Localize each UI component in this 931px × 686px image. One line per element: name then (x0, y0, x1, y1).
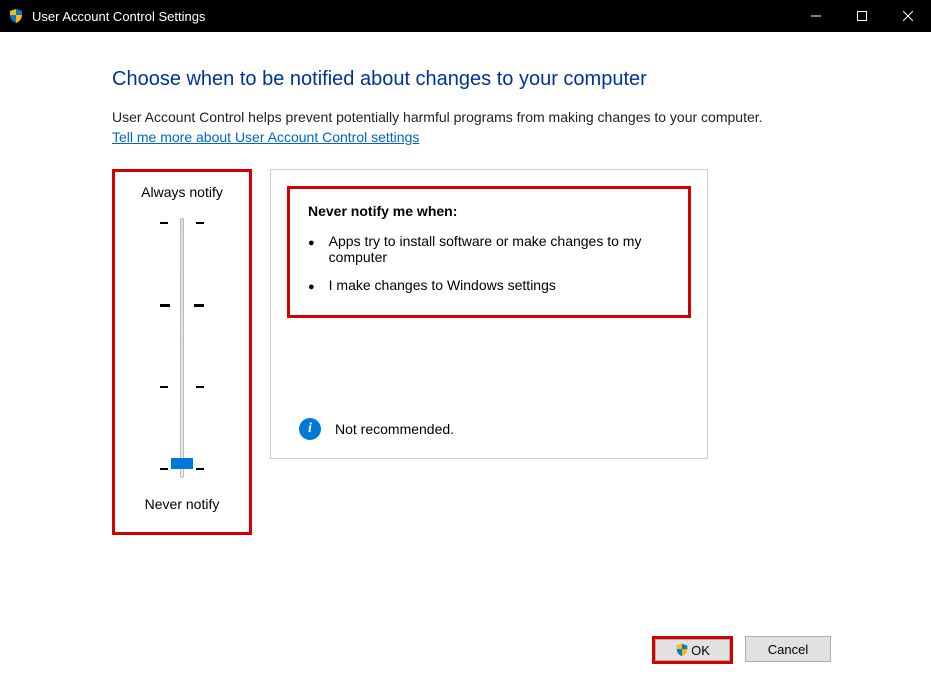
window-controls (793, 0, 931, 32)
cancel-button[interactable]: Cancel (745, 636, 831, 662)
window-title: User Account Control Settings (32, 9, 793, 24)
ok-highlight: OK (652, 636, 733, 664)
slider-track (180, 218, 184, 478)
slider-label-never: Never notify (115, 496, 249, 512)
details-item: ●Apps try to install software or make ch… (308, 233, 670, 265)
slider-thumb[interactable] (171, 458, 193, 469)
notification-slider-panel: Always notify Never notify (112, 169, 252, 535)
page-heading: Choose when to be notified about changes… (112, 68, 831, 91)
minimize-button[interactable] (793, 0, 839, 32)
uac-shield-icon (8, 8, 24, 24)
cancel-label: Cancel (768, 642, 808, 657)
ok-button[interactable]: OK (655, 639, 730, 661)
titlebar: User Account Control Settings (0, 0, 931, 32)
uac-shield-icon (675, 643, 689, 657)
setting-details-box: Never notify me when: ●Apps try to insta… (270, 169, 708, 459)
info-icon: i (299, 418, 321, 440)
close-button[interactable] (885, 0, 931, 32)
maximize-button[interactable] (839, 0, 885, 32)
notification-slider[interactable] (115, 218, 249, 478)
details-title: Never notify me when: (308, 203, 670, 219)
recommendation-text: Not recommended. (335, 421, 454, 437)
learn-more-link[interactable]: Tell me more about User Account Control … (112, 129, 419, 145)
bullet-icon: ● (308, 233, 315, 253)
recommendation-row: i Not recommended. (299, 418, 454, 440)
setting-details-callout: Never notify me when: ●Apps try to insta… (287, 186, 691, 318)
slider-label-always: Always notify (115, 184, 249, 200)
ok-label: OK (691, 643, 710, 658)
page-description: User Account Control helps prevent poten… (112, 109, 831, 125)
dialog-buttons: OK Cancel (652, 636, 831, 664)
details-item: ●I make changes to Windows settings (308, 277, 670, 297)
bullet-icon: ● (308, 277, 315, 297)
